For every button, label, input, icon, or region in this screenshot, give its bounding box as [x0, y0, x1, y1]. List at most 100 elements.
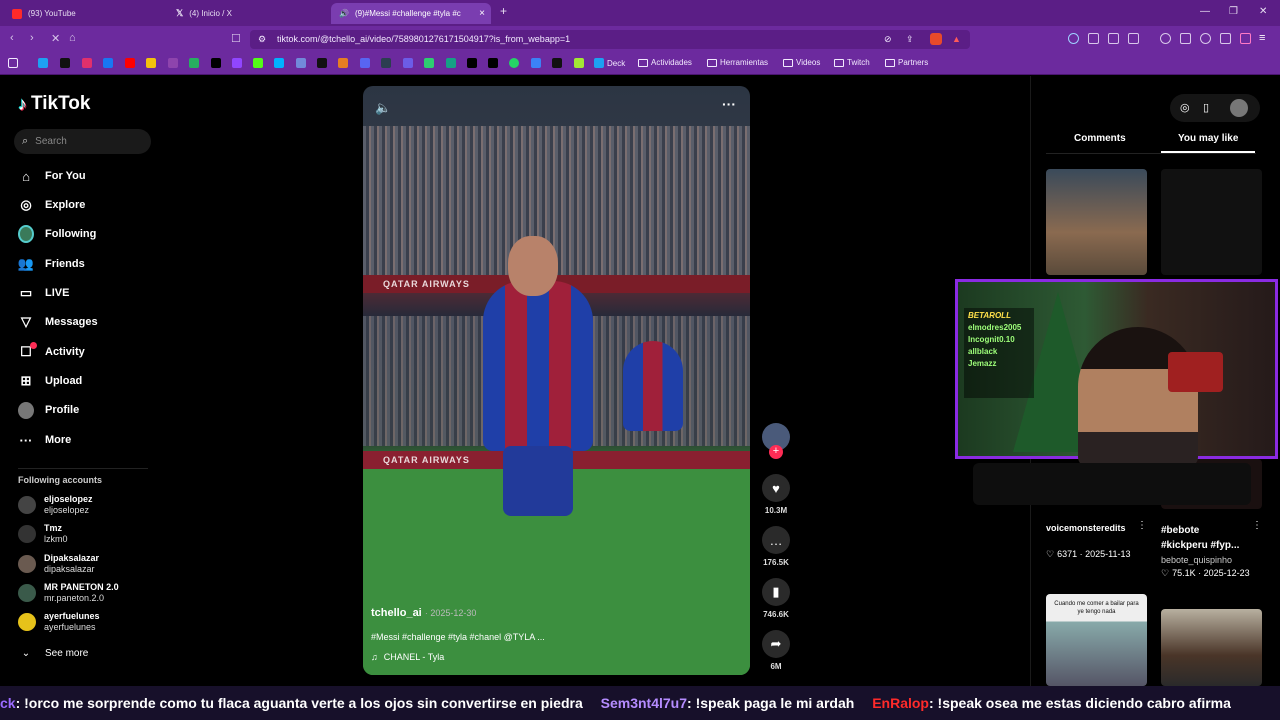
bookmark-folder-videos[interactable]: Videos	[783, 58, 820, 67]
card-title[interactable]: voicemonsteredits	[1046, 523, 1126, 533]
recommended-video-thumbnail[interactable]	[1046, 169, 1147, 275]
more-options-icon[interactable]: ···	[722, 96, 736, 112]
minimize-button[interactable]: —	[1200, 6, 1210, 17]
recommended-video-thumbnail[interactable]: Cuando me comer a bailar para ye tengo n…	[1046, 594, 1147, 686]
video-author[interactable]: tchello_ai	[371, 607, 422, 619]
bookmark-favicon[interactable]	[574, 58, 584, 68]
bookmark-icon[interactable]: ☐	[231, 32, 241, 45]
bookmark-favicon[interactable]	[317, 58, 327, 68]
bookmark-favicon[interactable]	[360, 58, 370, 68]
bookmark-folder-herramientas[interactable]: Herramientas	[707, 58, 768, 67]
user-avatar[interactable]	[1230, 99, 1248, 117]
close-window-button[interactable]: ✕	[1259, 6, 1267, 17]
extension-translate-icon[interactable]	[1068, 33, 1079, 44]
bookmark-favicon[interactable]	[274, 58, 284, 68]
bookmark-favicon[interactable]	[338, 58, 348, 68]
apps-grid-icon[interactable]	[8, 58, 18, 68]
bookmark-favicon[interactable]	[488, 58, 498, 68]
bookmark-favicon[interactable]	[467, 58, 477, 68]
bookmark-favicon[interactable]	[168, 58, 178, 68]
nav-upload[interactable]: ⊞ Upload	[18, 373, 83, 389]
following-account[interactable]: eljoselopez eljoselopez	[18, 494, 93, 516]
forward-icon[interactable]: ›	[30, 32, 34, 44]
music-icon[interactable]	[1160, 33, 1171, 44]
youtube-favicon[interactable]	[125, 58, 135, 68]
extension-puzzle-icon[interactable]	[1108, 33, 1119, 44]
bookmark-favicon[interactable]	[403, 58, 413, 68]
nav-following[interactable]: Following	[18, 225, 96, 243]
card-more-icon[interactable]: ⋮	[1252, 520, 1262, 531]
tiktok-logo[interactable]: ♪ TikTok	[18, 93, 90, 115]
menu-icon[interactable]: ≡	[1259, 32, 1265, 44]
following-account[interactable]: MR PANETON 2.0 mr.paneton.2.0	[18, 582, 119, 604]
site-info-icon[interactable]: ⚙	[258, 30, 266, 49]
brave-shield-icon[interactable]	[930, 33, 942, 45]
tab-you-may-like[interactable]: You may like	[1178, 133, 1238, 144]
kick-favicon[interactable]	[253, 58, 263, 68]
mute-icon[interactable]: 🔈	[375, 100, 391, 116]
tiktok-favicon[interactable]	[60, 58, 70, 68]
vpn-shield-icon[interactable]	[1220, 33, 1231, 44]
bookmark-folder-twitch[interactable]: Twitch	[834, 58, 870, 67]
stop-loading-icon[interactable]: ✕	[51, 32, 60, 45]
tab-x[interactable]: 𝕏 (4) Inicio / X	[168, 3, 328, 24]
nav-activity[interactable]: ☐ Activity	[18, 342, 85, 360]
comment-button[interactable]: … 176.5K	[762, 526, 790, 567]
follow-plus-icon[interactable]: +	[769, 445, 783, 459]
share-button[interactable]: ➦ 6M	[762, 630, 790, 671]
recommended-video-thumbnail[interactable]	[1161, 609, 1262, 686]
discord-favicon[interactable]	[296, 58, 306, 68]
music-link[interactable]: ♫ CHANEL - Tyla	[371, 652, 444, 662]
x-favicon[interactable]	[211, 58, 221, 68]
nav-more[interactable]: ··· More	[18, 432, 72, 448]
following-account[interactable]: Dipaksalazar dipaksalazar	[18, 553, 99, 575]
brave-rewards-icon[interactable]: ▲	[952, 30, 961, 49]
tab-comments[interactable]: Comments	[1074, 133, 1126, 144]
bookmark-deck[interactable]: Deck	[594, 58, 625, 68]
bookmark-favicon[interactable]	[146, 58, 156, 68]
share-icon[interactable]: ⇪	[906, 30, 914, 49]
extension-sidebar-icon[interactable]	[1128, 33, 1139, 44]
recommended-video-thumbnail[interactable]	[1161, 169, 1262, 275]
search-input[interactable]: ⌕ Search	[14, 129, 151, 154]
no-translate-icon[interactable]: ⊘	[884, 30, 892, 49]
twitch-favicon[interactable]	[232, 58, 242, 68]
nav-messages[interactable]: ▽ Messages	[18, 314, 98, 330]
bookmark-favicon[interactable]	[531, 58, 541, 68]
address-bar[interactable]: ⚙ tiktok.com/@tchello_ai/video/758980127…	[250, 30, 970, 49]
bookmark-favicon[interactable]	[38, 58, 48, 68]
facebook-favicon[interactable]	[103, 58, 113, 68]
close-tab-icon[interactable]: ×	[479, 8, 485, 19]
profile-flag-icon[interactable]	[1240, 33, 1251, 44]
coin-icon[interactable]: ◎	[1180, 101, 1190, 114]
tab-youtube[interactable]: (93) YouTube	[4, 3, 164, 24]
card-title[interactable]: #bebote #kickperu #fyp...	[1161, 523, 1246, 553]
bookmark-favicon[interactable]	[552, 58, 562, 68]
new-tab-button[interactable]: +	[500, 4, 507, 18]
back-icon[interactable]: ‹	[10, 32, 14, 44]
like-button[interactable]: ♥ 10.3M	[762, 474, 790, 515]
bookmark-favicon[interactable]	[446, 58, 456, 68]
following-account[interactable]: ayerfuelunes ayerfuelunes	[18, 611, 100, 633]
following-account[interactable]: Tmz lzkm0	[18, 523, 68, 545]
nav-live[interactable]: ▭ LIVE	[18, 285, 70, 301]
extension-screenshot-icon[interactable]	[1088, 33, 1099, 44]
wallet-icon[interactable]	[1180, 33, 1191, 44]
bookmark-folder-partners[interactable]: Partners	[885, 58, 928, 67]
nav-for-you[interactable]: ⌂ For You	[18, 168, 85, 184]
card-author[interactable]: bebote_quispinho	[1161, 555, 1232, 565]
bookmark-folder-actividades[interactable]: Actividades	[638, 58, 692, 67]
bookmark-favicon[interactable]	[381, 58, 391, 68]
bookmark-favicon[interactable]	[424, 58, 434, 68]
device-icon[interactable]: ▯	[1203, 101, 1209, 114]
see-more-button[interactable]: ⌄ See more	[18, 645, 89, 661]
tab-tiktok-active[interactable]: 🔊 (9)#Messi #challenge #tyla #c ×	[331, 3, 491, 24]
video-player[interactable]: QATAR AIRWAYS QATAR AIRWAYS 🔈 ···	[363, 86, 750, 675]
home-icon[interactable]: ⌂	[69, 32, 76, 44]
nav-explore[interactable]: ◎ Explore	[18, 197, 85, 213]
save-button[interactable]: ▮ 746.6K	[762, 578, 790, 619]
nav-profile[interactable]: Profile	[18, 401, 79, 419]
creator-avatar[interactable]: +	[762, 423, 790, 459]
leo-ai-icon[interactable]	[1200, 33, 1211, 44]
instagram-favicon[interactable]	[82, 58, 92, 68]
